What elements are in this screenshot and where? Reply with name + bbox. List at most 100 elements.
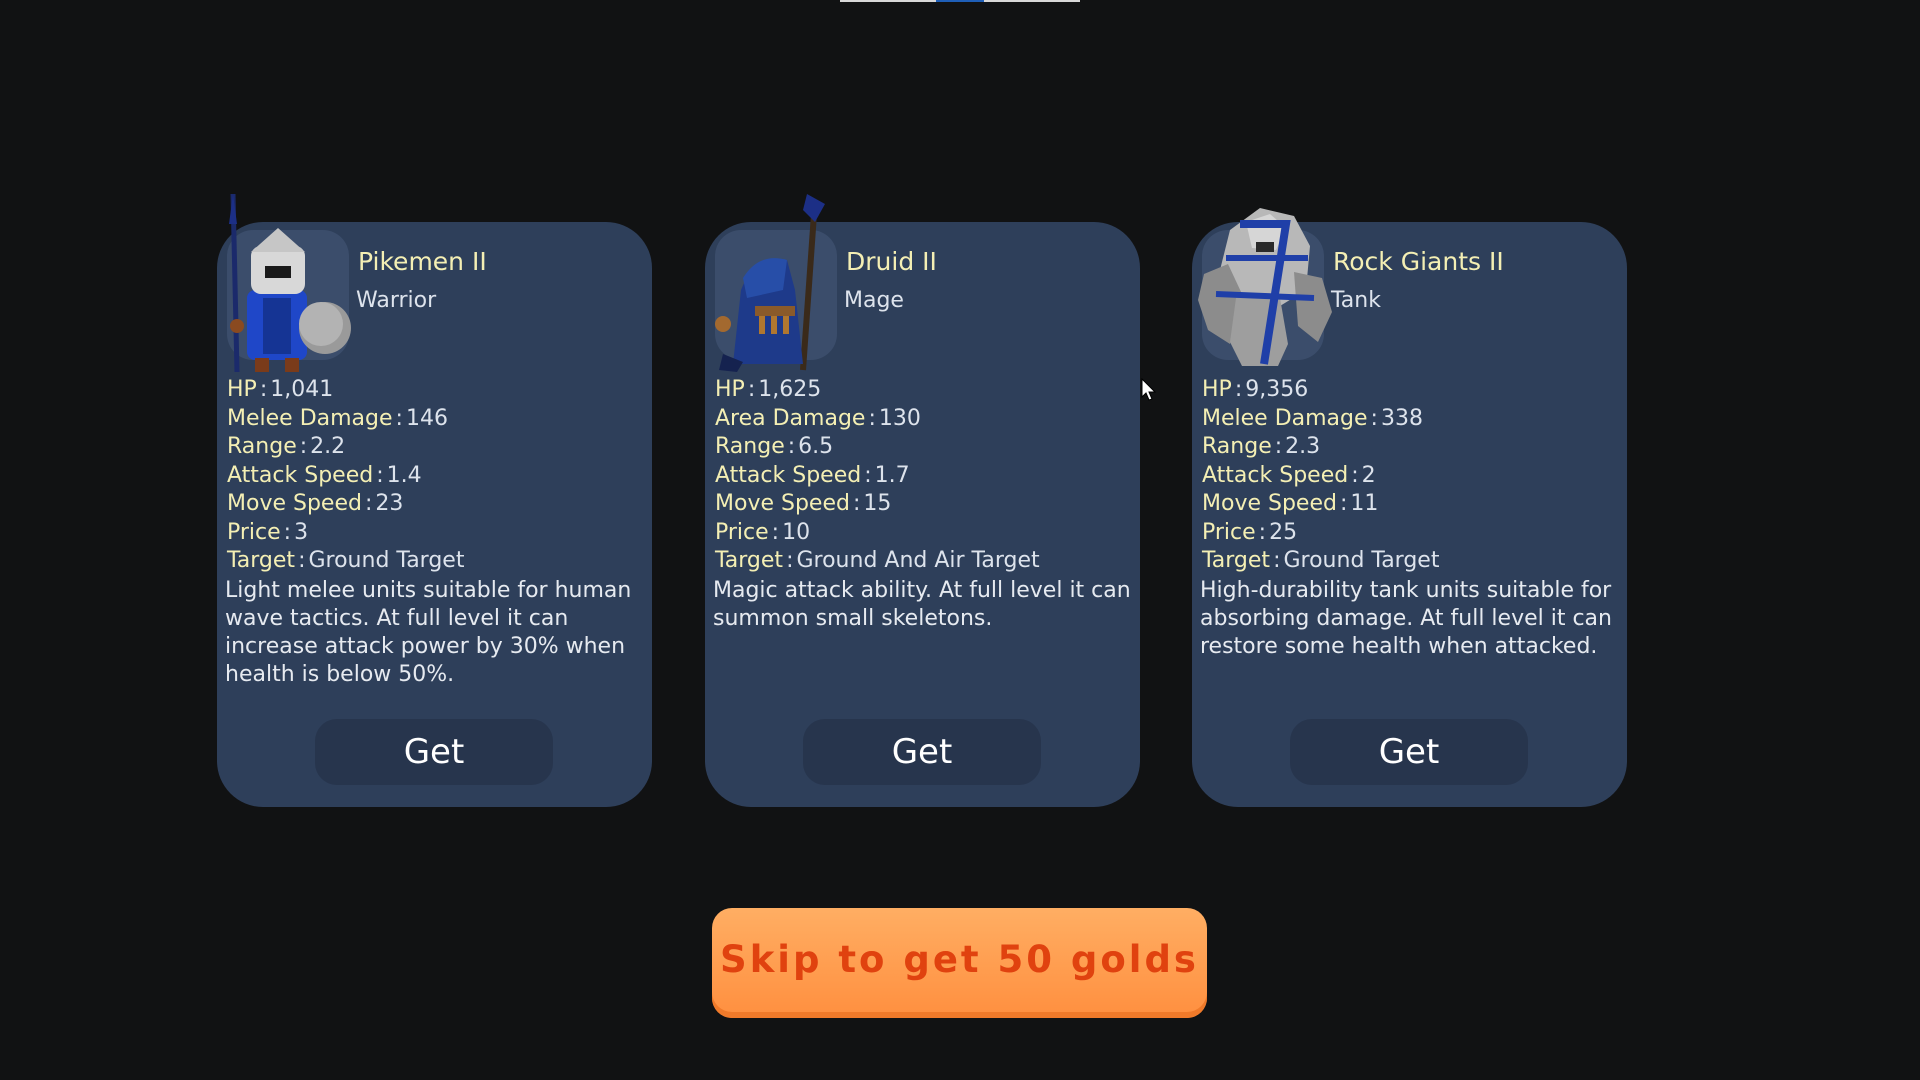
stat-separator: :: [1273, 548, 1281, 573]
stat-value: 3: [294, 519, 309, 545]
stat-value: 1,041: [270, 377, 334, 402]
stat-range: Range:2.2: [227, 433, 647, 462]
stat-label: Attack Speed: [1202, 462, 1349, 488]
unit-stats: HP:1,625 Area Damage:130 Range:6.5 Attac…: [715, 376, 1135, 576]
stat-label: Move Speed: [227, 491, 362, 516]
stat-separator: :: [747, 377, 756, 402]
stat-separator: :: [395, 405, 403, 431]
stat-label: Target: [1202, 548, 1271, 573]
stat-move-speed: Move Speed:15: [715, 490, 1135, 519]
unit-description: Light melee units suitable for human wav…: [225, 578, 632, 687]
stat-separator: :: [787, 434, 796, 459]
stat-hp: HP:1,625: [715, 376, 1135, 405]
stat-value: Ground Target: [308, 548, 465, 573]
stat-value: 146: [405, 405, 448, 431]
get-button[interactable]: Get: [803, 719, 1041, 785]
stat-label: Move Speed: [715, 491, 850, 516]
stat-value: 15: [863, 491, 892, 516]
stat-separator: :: [376, 462, 384, 488]
stat-label: HP: [1202, 377, 1232, 402]
stat-label: Range: [1202, 434, 1272, 459]
stat-separator: :: [364, 491, 373, 516]
unit-portrait: [1198, 208, 1332, 366]
stat-label: Target: [227, 548, 296, 573]
stat-value: 2.3: [1285, 434, 1321, 459]
stat-separator: :: [298, 548, 306, 573]
stat-separator: :: [1370, 405, 1378, 431]
stat-value: 2: [1361, 462, 1376, 488]
page-indicator-active: [936, 0, 984, 2]
unit-role: Tank: [1331, 288, 1381, 313]
stat-value: 1.7: [874, 462, 910, 488]
skip-button[interactable]: Skip to get 50 golds: [712, 908, 1207, 1018]
stat-label: HP: [227, 377, 257, 402]
unit-stats: HP:1,041 Melee Damage:146 Range:2.2 Atta…: [227, 376, 647, 576]
stat-damage: Area Damage:130: [715, 405, 1135, 434]
stat-value: 10: [782, 519, 811, 545]
stat-attack-speed: Attack Speed:1.4: [227, 462, 647, 491]
stat-label: Range: [227, 434, 297, 459]
stat-separator: :: [1339, 491, 1348, 516]
stat-separator: :: [864, 462, 872, 488]
stat-value: Ground And Air Target: [796, 548, 1040, 573]
stat-damage: Melee Damage:146: [227, 405, 647, 434]
stat-move-speed: Move Speed:11: [1202, 490, 1622, 519]
stat-separator: :: [1234, 377, 1243, 402]
stat-separator: :: [1351, 462, 1359, 488]
stat-value: 338: [1380, 405, 1423, 431]
stat-label: Move Speed: [1202, 491, 1337, 516]
stat-price: Price:3: [227, 519, 647, 548]
stat-move-speed: Move Speed:23: [227, 490, 647, 519]
stat-label: Price: [1202, 519, 1256, 545]
druid-portrait-icon: [715, 194, 825, 372]
stat-price: Price:10: [715, 519, 1135, 548]
stat-separator: :: [283, 519, 292, 545]
stat-label: Target: [715, 548, 784, 573]
unit-card-pikemen: Pikemen II Warrior HP:1,041 Melee Damage…: [217, 193, 652, 807]
stat-value: 25: [1269, 519, 1298, 545]
stat-range: Range:2.3: [1202, 433, 1622, 462]
stat-value: 2.2: [310, 434, 346, 459]
stat-value: 9,356: [1245, 377, 1309, 402]
stat-target: Target: Ground Target: [1202, 547, 1622, 576]
stat-label: Attack Speed: [715, 462, 862, 488]
stat-value: 1,625: [758, 377, 822, 402]
stat-attack-speed: Attack Speed:2: [1202, 462, 1622, 491]
unit-stats: HP:9,356 Melee Damage:338 Range:2.3 Atta…: [1202, 376, 1622, 576]
stat-value: Ground Target: [1283, 548, 1440, 573]
stat-label: Area Damage: [715, 405, 866, 431]
stat-price: Price:25: [1202, 519, 1622, 548]
stat-value: 11: [1350, 491, 1379, 516]
unit-portrait: [715, 194, 837, 372]
rock-giant-portrait-icon: [1198, 208, 1332, 366]
stat-label: Melee Damage: [227, 405, 393, 431]
page-indicator: [840, 0, 1080, 2]
unit-card-rock-giants: Rock Giants II Tank HP:9,356 Melee Damag…: [1192, 208, 1627, 807]
stat-label: HP: [715, 377, 745, 402]
get-button[interactable]: Get: [315, 719, 553, 785]
unit-name: Rock Giants II: [1333, 247, 1504, 276]
unit-role: Warrior: [356, 288, 437, 313]
stat-separator: :: [299, 434, 308, 459]
stat-label: Price: [715, 519, 769, 545]
stat-separator: :: [786, 548, 794, 573]
unit-description: Magic attack ability. At full level it c…: [713, 578, 1131, 631]
stat-target: Target: Ground Target: [227, 547, 647, 576]
stat-separator: :: [1258, 519, 1267, 545]
unit-portrait: [227, 193, 351, 373]
stat-value: 6.5: [798, 434, 834, 459]
stat-label: Range: [715, 434, 785, 459]
unit-name: Druid II: [846, 247, 937, 276]
stat-hp: HP:9,356: [1202, 376, 1622, 405]
stat-range: Range:6.5: [715, 433, 1135, 462]
stat-separator: :: [771, 519, 780, 545]
stat-attack-speed: Attack Speed:1.7: [715, 462, 1135, 491]
unit-name: Pikemen II: [358, 247, 487, 276]
pikeman-portrait-icon: [229, 193, 351, 373]
stat-hp: HP:1,041: [227, 376, 647, 405]
unit-role: Mage: [844, 288, 904, 313]
mouse-cursor-icon: [1141, 378, 1157, 401]
get-button[interactable]: Get: [1290, 719, 1528, 785]
unit-selection-screen: Pikemen II Warrior HP:1,041 Melee Damage…: [0, 0, 1920, 1080]
stat-damage: Melee Damage:338: [1202, 405, 1622, 434]
